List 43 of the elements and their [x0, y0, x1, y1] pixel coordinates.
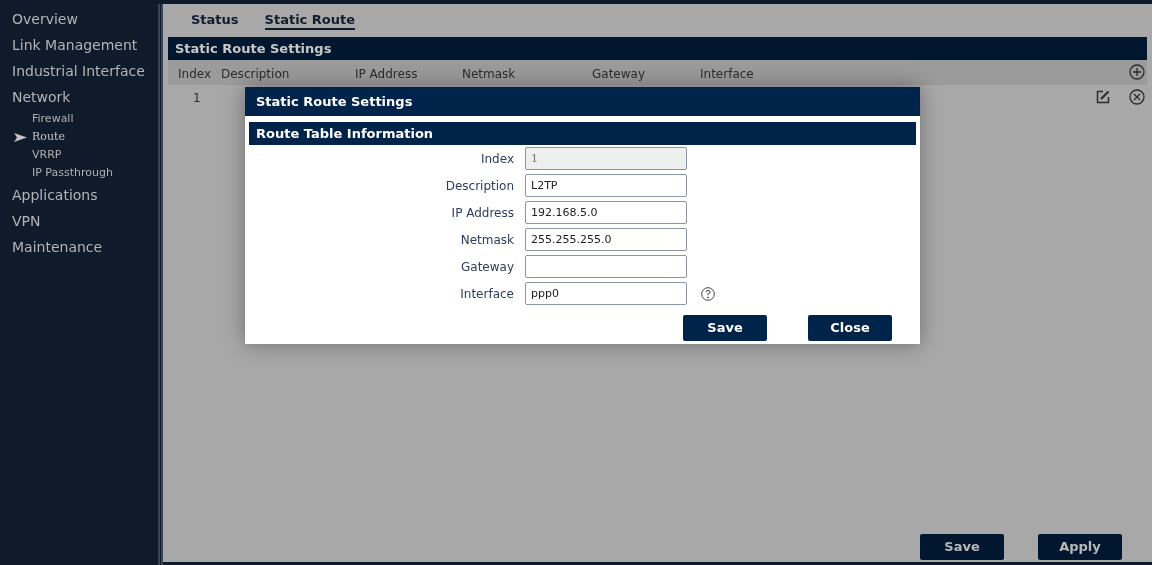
column-header: IP Address	[355, 66, 418, 83]
tab[interactable]: Status	[191, 11, 239, 30]
input-field[interactable]: ppp0	[525, 282, 687, 305]
input-field[interactable]: 255.255.255.0	[525, 228, 687, 251]
column-header: Gateway	[592, 66, 645, 83]
page-button[interactable]: Apply	[1038, 534, 1122, 560]
page-button[interactable]: Save	[920, 534, 1004, 560]
add-icon[interactable]	[1129, 64, 1145, 80]
sidebar-item[interactable]: Maintenance	[0, 234, 158, 260]
dialog-button[interactable]: Save	[683, 315, 767, 341]
column-header: Interface	[700, 66, 754, 83]
field-label: IP Address	[451, 205, 514, 220]
input-field[interactable]: L2TP	[525, 174, 687, 197]
delete-icon[interactable]	[1129, 89, 1145, 105]
sidebar-item[interactable]: Link Management	[0, 32, 158, 58]
column-header: Description	[221, 66, 290, 83]
input-field[interactable]	[525, 255, 687, 278]
sidebar-item[interactable]: Overview	[0, 6, 158, 32]
section-header: Route Table Information	[249, 122, 916, 145]
section-header: Static Route Settings	[168, 37, 1147, 60]
sidebar-subitem[interactable]: VRRP	[0, 146, 158, 164]
field-label: Netmask	[460, 232, 514, 247]
tab[interactable]: Static Route	[264, 11, 356, 30]
sidebar-item[interactable]: Industrial Interface	[0, 58, 158, 84]
column-header: Netmask	[462, 66, 516, 83]
input-field[interactable]: 192.168.5.0	[525, 201, 687, 224]
edit-icon[interactable]	[1096, 90, 1110, 104]
field-label: Gateway	[461, 259, 514, 274]
dialog-title: Static Route Settings	[245, 87, 920, 116]
column-header: Index	[178, 66, 212, 83]
field-label: Index	[480, 151, 514, 166]
sidebar-item[interactable]: VPN	[0, 208, 158, 234]
field-label: Interface	[460, 286, 514, 301]
dialog-button[interactable]: Close	[808, 315, 892, 341]
sidebar-item[interactable]: Network	[0, 84, 158, 110]
sidebar-subitem[interactable]: Firewall	[0, 110, 158, 128]
field-label: Description	[445, 178, 514, 193]
table-cell-text: 1	[193, 90, 201, 107]
sidebar-item[interactable]: Applications	[0, 182, 158, 208]
arrow-icon	[14, 132, 27, 142]
sidebar-subitem[interactable]: IP Passthrough	[0, 164, 158, 182]
help-icon[interactable]	[701, 286, 715, 301]
sidebar-subitem[interactable]: Route	[0, 128, 158, 146]
